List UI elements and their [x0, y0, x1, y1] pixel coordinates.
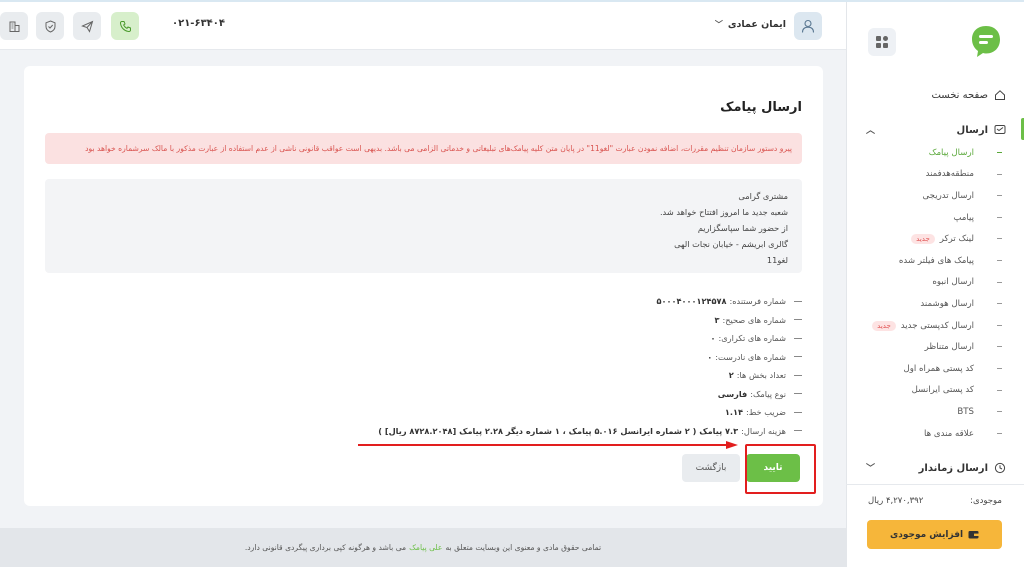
sidebar: صفحه نخست ارسال ︿ ارسال پیامک منطقه‌هدفم… — [846, 2, 1024, 567]
user-name: ایمان عمادی — [727, 19, 786, 30]
apps-grid-button[interactable] — [868, 28, 896, 56]
increase-balance-button[interactable]: افزایش موجودی — [867, 520, 1002, 549]
sidebar-divider — [846, 484, 1024, 485]
footer-text-before: تمامی حقوق مادی و معنوی این وبسایت متعلق… — [445, 543, 602, 552]
message-icon — [994, 125, 1006, 134]
annotation-arrow-icon — [358, 441, 738, 449]
submenu-item[interactable]: BTS — [846, 401, 1024, 423]
submenu-item[interactable]: ارسال هوشمند — [846, 293, 1024, 315]
user-icon — [801, 19, 815, 33]
user-avatar[interactable] — [794, 12, 822, 40]
detail-row: نوع پیامک: فارسی — [62, 385, 802, 404]
message-line: مشتری گرامی — [738, 191, 788, 201]
telegram-button[interactable] — [73, 12, 101, 40]
increase-balance-label: افزایش موجودی — [889, 529, 964, 540]
message-line: گالری ابریشم - خیابان نجات الهی — [674, 239, 788, 249]
chevron-down-icon: ﹀ — [714, 20, 723, 29]
submenu-item[interactable]: منطقه‌هدفمند — [846, 164, 1024, 186]
balance-value: ۴,۲۷۰,۳۹۲ ریال — [868, 496, 924, 506]
nav-scheduled-label: ارسال زماندار — [918, 462, 988, 474]
top-header: ایمان عمادی ﹀ ۰۲۱-۶۳۴۰۴ — [0, 2, 846, 50]
annotation-highlight-box — [745, 444, 816, 494]
detail-row: شماره فرستنده: ۵۰۰۰۴۰۰۰۱۲۴۵۷۸ — [62, 292, 802, 311]
support-phone-number: ۰۲۱-۶۳۴۰۴ — [172, 18, 225, 29]
submenu-item[interactable]: کد پستی ایرانسل — [846, 380, 1024, 402]
security-button[interactable] — [36, 12, 64, 40]
chevron-down-icon: ﹀ — [866, 464, 876, 474]
phone-call-button[interactable] — [111, 12, 139, 40]
detail-row: تعداد بخش ها: ۲ — [62, 366, 802, 385]
nav-scheduled-section[interactable]: ارسال زماندار ﹀ — [866, 460, 1006, 476]
balance-label: موجودی: — [970, 496, 1002, 506]
submenu-item[interactable]: پیامپ — [846, 207, 1024, 229]
wallet-icon — [968, 531, 979, 539]
detail-row: شماره های صحیح: ۳ — [62, 311, 802, 330]
submenu-item[interactable]: ارسال پیامک — [846, 142, 1024, 164]
message-line: از حضور شما سپاسگزاریم — [697, 223, 788, 233]
regulation-alert: پیرو دستور سازمان تنظیم مقررات، اضافه نم… — [45, 133, 802, 164]
nav-send-section[interactable]: ارسال ︿ — [866, 122, 1006, 138]
submenu-item[interactable]: علاقه مندی ها — [846, 423, 1024, 445]
app-logo-icon[interactable] — [970, 24, 1002, 58]
new-badge: جدید — [872, 320, 896, 331]
submenu-item[interactable]: لینک ترکر جدید — [846, 228, 1024, 250]
send-submenu: ارسال پیامک منطقه‌هدفمند ارسال تدریجی پی… — [846, 142, 1024, 444]
detail-row: شماره های تکراری: ۰ — [62, 329, 802, 348]
company-button[interactable] — [0, 12, 28, 40]
send-details-list: شماره فرستنده: ۵۰۰۰۴۰۰۰۱۲۴۵۷۸ شماره های ص… — [62, 292, 802, 440]
detail-row: هزینه ارسال: ۷.۳ پیامک ( ۲ شماره ایرانسل … — [62, 422, 802, 441]
message-line: لغو11 — [766, 255, 788, 265]
balance-row: موجودی: ۴,۲۷۰,۳۹۲ ریال — [868, 496, 1002, 506]
clock-icon — [994, 462, 1006, 474]
back-button[interactable]: بازگشت — [682, 454, 740, 482]
submenu-item[interactable]: ارسال متناظر — [846, 336, 1024, 358]
home-icon — [995, 90, 1005, 100]
nav-home-label: صفحه نخست — [931, 89, 988, 101]
submenu-item[interactable]: ارسال تدریجی — [846, 185, 1024, 207]
page-title: ارسال پیامک — [720, 100, 802, 115]
nav-send-label: ارسال — [956, 124, 988, 136]
footer-text-after: می باشد و هرگونه کپی برداری پیگردی قانون… — [244, 543, 407, 552]
user-menu[interactable]: ایمان عمادی ﹀ — [715, 19, 786, 30]
new-badge: جدید — [911, 234, 935, 245]
message-preview: مشتری گرامی شعبه جدید ما امروز افتتاح خو… — [45, 179, 802, 273]
send-icon — [80, 20, 93, 33]
footer-brand-link[interactable]: علی پیامک — [409, 543, 442, 552]
message-line: شعبه جدید ما امروز افتتاح خواهد شد. — [659, 207, 788, 217]
submenu-item[interactable]: ارسال کدپستی جدید جدید — [846, 315, 1024, 337]
nav-home[interactable]: صفحه نخست — [866, 87, 1006, 103]
submenu-item[interactable]: ارسال انبوه — [846, 272, 1024, 294]
grid-icon — [876, 36, 888, 48]
detail-row: شماره های نادرست: ۰ — [62, 348, 802, 367]
building-icon — [9, 21, 19, 32]
chevron-up-icon: ︿ — [866, 126, 876, 136]
submenu-item[interactable]: پیامک های فیلتر شده — [846, 250, 1024, 272]
phone-icon — [119, 20, 131, 32]
submenu-item[interactable]: کد پستی همراه اول — [846, 358, 1024, 380]
shield-icon — [45, 19, 55, 33]
footer: تمامی حقوق مادی و معنوی این وبسایت متعلق… — [0, 528, 846, 567]
detail-row: ضریب خط: ۱.۱۴ — [62, 403, 802, 422]
